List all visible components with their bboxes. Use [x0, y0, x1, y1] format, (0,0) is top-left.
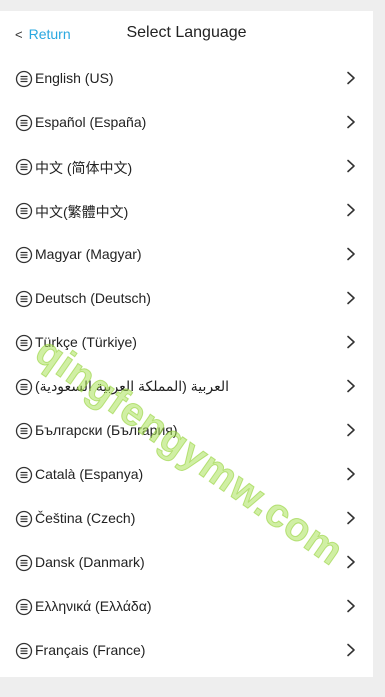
chevron-right-icon — [346, 467, 356, 481]
list-circle-icon — [15, 114, 33, 132]
list-circle-icon — [15, 466, 33, 484]
language-item[interactable]: Español (España) — [0, 101, 373, 145]
language-item[interactable]: Ελληνικά (Ελλάδα) — [0, 585, 373, 629]
language-item[interactable]: English (US) — [0, 57, 373, 101]
language-label: Magyar (Magyar) — [35, 246, 142, 262]
language-item[interactable]: Български (България) — [0, 409, 373, 453]
list-circle-icon — [15, 598, 33, 616]
language-label: العربية (المملكة العربية السعودية) — [35, 378, 229, 394]
list-circle-icon — [15, 246, 33, 264]
language-label: 中文(繁體中文) — [35, 204, 129, 220]
chevron-right-icon — [346, 511, 356, 525]
language-panel: < Return Select Language English (US) Esp… — [0, 11, 373, 677]
chevron-right-icon — [346, 203, 356, 217]
list-circle-icon — [15, 554, 33, 572]
chevron-right-icon — [346, 643, 356, 657]
language-item[interactable]: Français (France) — [0, 629, 373, 673]
language-item[interactable]: Dansk (Danmark) — [0, 541, 373, 585]
chevron-right-icon — [346, 115, 356, 129]
language-label: Български (България) — [35, 422, 178, 438]
language-label: Français (France) — [35, 642, 146, 658]
header: < Return Select Language — [0, 11, 373, 57]
language-list: English (US) Español (España) 中文 (简体中文) 中文(… — [0, 57, 373, 673]
list-circle-icon — [15, 422, 33, 440]
language-label: Deutsch (Deutsch) — [35, 290, 151, 306]
chevron-right-icon — [346, 291, 356, 305]
chevron-right-icon — [346, 379, 356, 393]
chevron-right-icon — [346, 423, 356, 437]
chevron-right-icon — [346, 599, 356, 613]
language-label: Español (España) — [35, 114, 147, 130]
language-item[interactable]: Magyar (Magyar) — [0, 233, 373, 277]
language-item[interactable]: Català (Espanya) — [0, 453, 373, 497]
language-item[interactable]: 中文(繁體中文) — [0, 189, 373, 233]
list-circle-icon — [15, 158, 33, 176]
list-circle-icon — [15, 510, 33, 528]
language-item[interactable]: 中文 (简体中文) — [0, 145, 373, 189]
language-item[interactable]: Türkçe (Türkiye) — [0, 321, 373, 365]
language-item[interactable]: Deutsch (Deutsch) — [0, 277, 373, 321]
language-label: English (US) — [35, 70, 114, 86]
chevron-right-icon — [346, 247, 356, 261]
list-circle-icon — [15, 378, 33, 396]
list-circle-icon — [15, 70, 33, 88]
chevron-right-icon — [346, 335, 356, 349]
list-circle-icon — [15, 642, 33, 660]
language-item[interactable]: Čeština (Czech) — [0, 497, 373, 541]
list-circle-icon — [15, 290, 33, 308]
language-label: Ελληνικά (Ελλάδα) — [35, 598, 152, 614]
list-circle-icon — [15, 334, 33, 352]
language-label: Dansk (Danmark) — [35, 554, 145, 570]
language-label: Català (Espanya) — [35, 466, 144, 482]
language-item[interactable]: العربية (المملكة العربية السعودية) — [0, 365, 373, 409]
chevron-right-icon — [346, 555, 356, 569]
chevron-right-icon — [346, 159, 356, 173]
chevron-right-icon — [346, 71, 356, 85]
language-label: 中文 (简体中文) — [35, 160, 133, 176]
page-title: Select Language — [126, 24, 247, 41]
list-circle-icon — [15, 202, 33, 220]
language-label: Čeština (Czech) — [35, 510, 136, 526]
language-label: Türkçe (Türkiye) — [35, 334, 137, 350]
